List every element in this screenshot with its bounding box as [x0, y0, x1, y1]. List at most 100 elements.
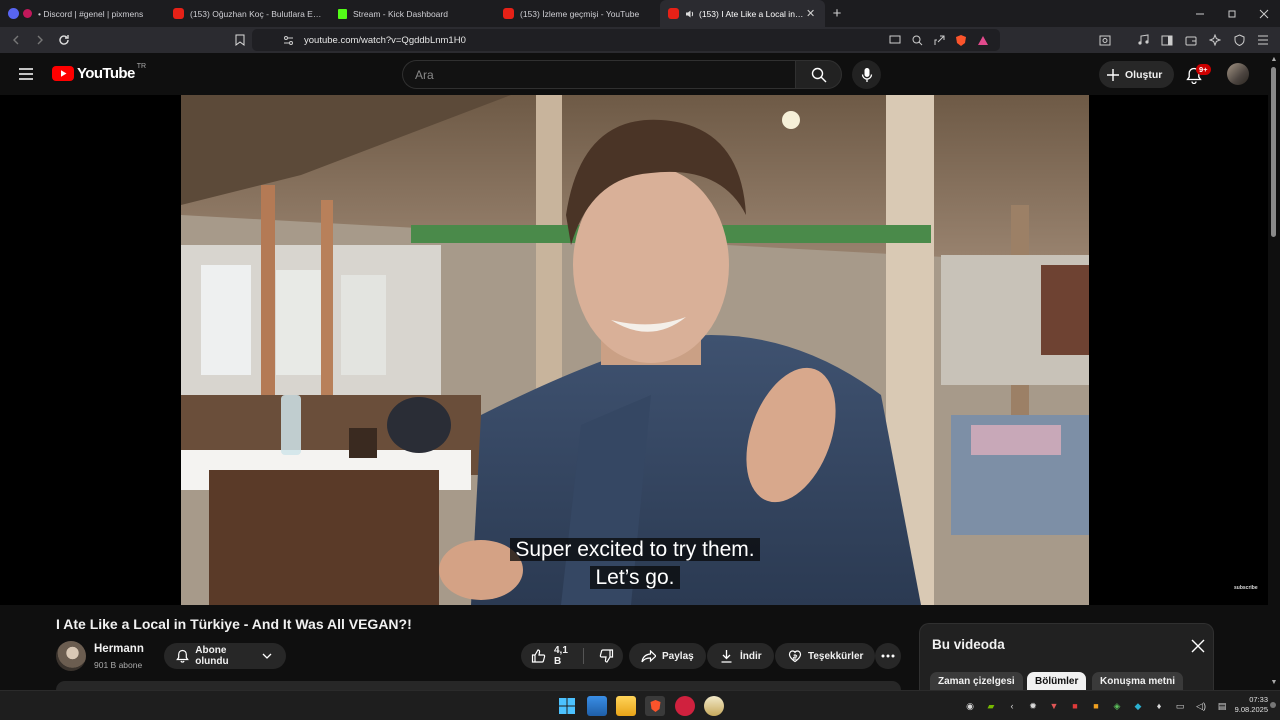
site-settings-icon[interactable] — [282, 34, 294, 46]
speaker-icon[interactable] — [685, 9, 695, 19]
download-label: İndir — [740, 650, 762, 662]
region-code: TR — [136, 63, 147, 70]
account-avatar[interactable] — [1227, 63, 1249, 85]
volume-tray-icon[interactable]: ◁) — [1193, 698, 1209, 714]
windows-taskbar: ◉ ▰ ‹ ✹ ▼ ■ ■ ◈ ◆ ♦ ▭ ◁) ▤ 07:33 9.08.20… — [0, 690, 1280, 720]
subtitle-line-1: Super excited to try them. — [181, 538, 1089, 562]
settings-tray-icon[interactable]: ✹ — [1025, 698, 1041, 714]
video-frame-image — [181, 95, 1089, 605]
restore-icon[interactable] — [1216, 0, 1248, 27]
cast-icon[interactable] — [886, 31, 904, 49]
notification-dot[interactable] — [1270, 702, 1276, 708]
vpn-icon[interactable] — [1230, 30, 1248, 50]
brave-browser-icon[interactable] — [645, 696, 665, 716]
channel-avatar[interactable] — [56, 641, 86, 671]
close-tab-icon[interactable]: ✕ — [804, 7, 817, 21]
scroll-up-arrow-icon[interactable]: ▲ — [1270, 56, 1278, 64]
youtube-logo[interactable]: YouTube TR — [52, 63, 147, 82]
video-player[interactable]: Super excited to try them. Let’s go. — [181, 95, 1089, 605]
dislike-button[interactable] — [590, 643, 623, 669]
close-icon[interactable] — [1188, 636, 1208, 656]
widgets-icon[interactable] — [587, 696, 607, 716]
bookmark-icon[interactable] — [234, 34, 246, 46]
subscribe-watermark[interactable]: subscribe — [1234, 585, 1258, 591]
tab-kick[interactable]: Stream - Kick Dashboard — [330, 0, 495, 27]
media-icon[interactable] — [1134, 30, 1152, 50]
address-bar[interactable]: youtube.com/watch?v=QgddbLnm1H0 — [235, 29, 1000, 51]
scroll-thumb[interactable] — [1271, 67, 1276, 237]
brave-shields-icon[interactable] — [952, 31, 970, 49]
thanks-button[interactable]: Teşekkürler — [775, 643, 876, 669]
shield-tray-icon[interactable]: ■ — [1088, 698, 1104, 714]
new-tab-icon[interactable]: + — [825, 0, 849, 27]
youtube-play-logo-icon — [52, 66, 74, 81]
voice-search-button[interactable] — [852, 60, 881, 89]
download-icon — [719, 649, 734, 664]
close-window-icon[interactable] — [1248, 0, 1280, 27]
record-tray-icon[interactable]: ■ — [1067, 698, 1083, 714]
display-tray-icon[interactable]: ▭ — [1172, 698, 1188, 714]
system-tray: ◉ ▰ ‹ ✹ ▼ ■ ■ ◈ ◆ ♦ ▭ ◁) ▤ — [962, 698, 1230, 714]
download-tray-icon[interactable]: ▼ — [1046, 698, 1062, 714]
share-arrow-icon — [641, 649, 656, 664]
microphone-tray-icon[interactable]: ♦ — [1151, 698, 1167, 714]
share-button[interactable]: Paylaş — [629, 643, 706, 669]
search-input[interactable] — [415, 67, 796, 82]
tab-youtube-song[interactable]: (153) Oğuzhan Koç - Bulutlara Esir Ol — [165, 0, 330, 27]
youtube-icon — [668, 8, 679, 19]
search-box[interactable] — [402, 60, 796, 89]
panel-title: Bu videoda — [932, 637, 1005, 652]
taskbar-clock[interactable]: 07:33 9.08.2025 — [1230, 695, 1268, 715]
nvidia-icon[interactable]: ▰ — [983, 698, 999, 714]
brave-rewards-icon[interactable] — [974, 31, 992, 49]
chip-timeline[interactable]: Zaman çizelgesi — [930, 672, 1023, 692]
windows-start-icon[interactable] — [557, 696, 577, 716]
create-button[interactable]: Oluştur — [1099, 61, 1175, 88]
more-actions-button[interactable] — [875, 643, 901, 669]
sync-tray-icon[interactable]: ◆ — [1130, 698, 1146, 714]
tab-discord[interactable]: • Discord | #genel | pixmens — [0, 0, 165, 27]
steam-icon[interactable]: ◉ — [962, 698, 978, 714]
download-button[interactable]: İndir — [707, 643, 774, 669]
minimize-icon[interactable] — [1184, 0, 1216, 27]
tab-label: • Discord | #genel | pixmens — [38, 8, 144, 19]
like-button[interactable]: 4,1 B — [521, 643, 577, 669]
forward-icon[interactable] — [30, 30, 50, 50]
back-arrow-tray-icon[interactable]: ‹ — [1004, 698, 1020, 714]
search-button[interactable] — [795, 60, 842, 89]
browser-menu-icon[interactable] — [1254, 30, 1272, 50]
scroll-down-arrow-icon[interactable]: ▼ — [1270, 679, 1278, 687]
channel-name[interactable]: Hermann — [94, 643, 144, 655]
tab-youtube-video[interactable]: (153) I Ate Like a Local in Türk ✕ — [660, 0, 825, 27]
hamburger-menu-icon[interactable] — [14, 62, 38, 86]
screenshot-icon[interactable] — [1096, 30, 1114, 50]
page-scrollbar[interactable]: ▲ ▼ — [1268, 53, 1280, 690]
share-icon[interactable] — [930, 31, 948, 49]
subtitle-text-1: Super excited to try them. — [510, 538, 760, 561]
subscribed-button[interactable]: Abone olundu — [164, 643, 286, 669]
notes-app-icon[interactable] — [704, 696, 724, 716]
leo-ai-icon[interactable] — [1206, 30, 1224, 50]
battery-tray-icon[interactable]: ▤ — [1214, 698, 1230, 714]
streaming-app-icon[interactable] — [675, 696, 695, 716]
browser-toolbar: youtube.com/watch?v=QgddbLnm1H0 — [0, 27, 1280, 53]
like-count: 4,1 B — [554, 645, 568, 667]
subtitle-text-2: Let’s go. — [590, 566, 680, 589]
kick-icon — [338, 8, 347, 19]
network-tray-icon[interactable]: ◈ — [1109, 698, 1125, 714]
clock-time: 07:33 — [1249, 695, 1268, 704]
sidebar-icon[interactable] — [1158, 30, 1176, 50]
back-icon[interactable] — [6, 30, 26, 50]
like-dislike-group: 4,1 B — [521, 643, 623, 669]
wallet-icon[interactable] — [1182, 30, 1200, 50]
youtube-header: YouTube TR Oluştur — [0, 53, 1268, 95]
bell-icon — [176, 649, 189, 664]
more-horizontal-icon — [881, 649, 896, 664]
description-box[interactable] — [56, 681, 901, 690]
reload-icon[interactable] — [54, 30, 74, 50]
tab-youtube-history[interactable]: (153) İzleme geçmişi - YouTube — [495, 0, 660, 27]
chip-chapters[interactable]: Bölümler — [1027, 672, 1087, 692]
chip-transcript[interactable]: Konuşma metni — [1092, 672, 1184, 692]
file-explorer-icon[interactable] — [616, 696, 636, 716]
zoom-icon[interactable] — [908, 31, 926, 49]
